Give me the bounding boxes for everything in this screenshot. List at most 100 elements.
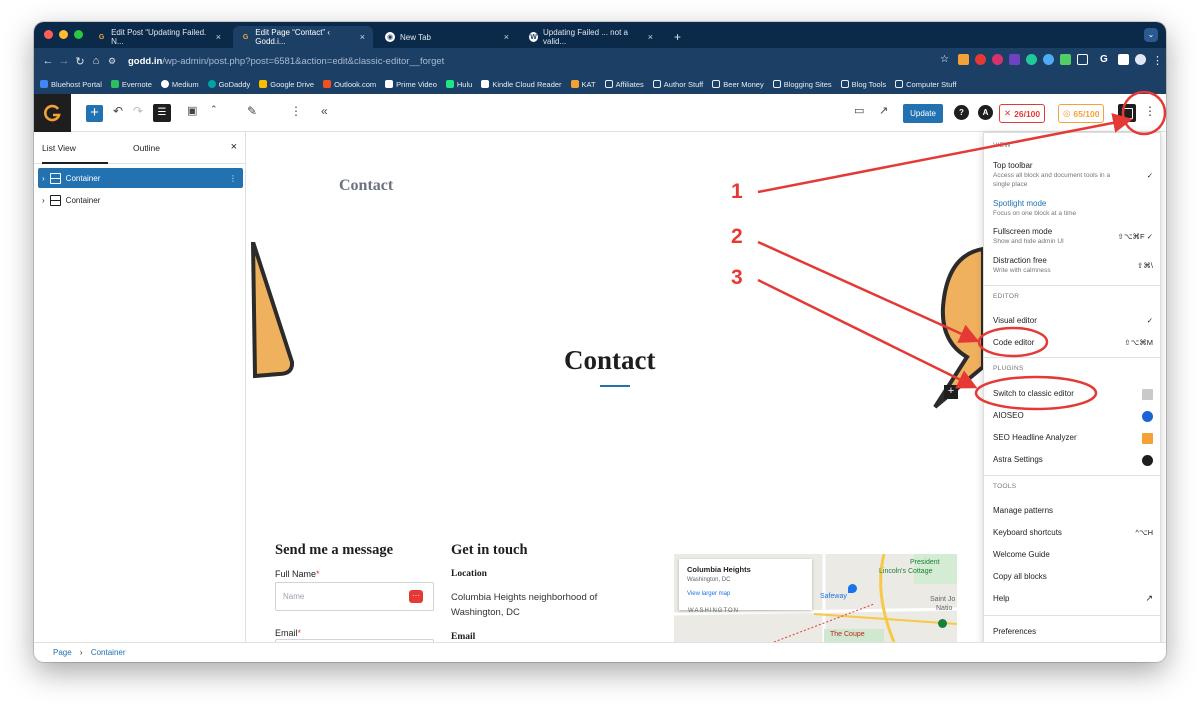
extensions-puzzle-icon[interactable] [1077, 54, 1088, 65]
url-field[interactable]: godd.in/wp-admin/post.php?post=6581&acti… [128, 56, 444, 67]
bookmark-item[interactable]: Evernote [110, 80, 152, 89]
breadcrumb-container[interactable]: Container [91, 648, 126, 657]
close-panel-icon[interactable]: × [231, 141, 237, 153]
undo-icon[interactable]: ↶ [113, 104, 123, 118]
collapse-double-chevron-icon[interactable]: « [321, 104, 328, 118]
expand-chevron-icon[interactable]: › [42, 196, 45, 205]
options-menu-icon[interactable]: ⋮ [1144, 104, 1156, 118]
menu-item-aioseo[interactable]: AIOSEO [993, 411, 1153, 422]
menu-item-copy-all-blocks[interactable]: Copy all blocks [993, 572, 1153, 581]
menu-item-welcome-guide[interactable]: Welcome Guide [993, 550, 1153, 559]
settings-sidebar-toggle[interactable] [1118, 104, 1136, 122]
password-manager-icon[interactable]: ··· [409, 590, 423, 603]
browser-tab-3[interactable]: ◉ New Tab × [377, 26, 517, 48]
view-page-external-icon[interactable]: ↗ [879, 104, 888, 117]
bookmark-item[interactable]: Prime Video [385, 80, 437, 89]
close-tab-icon[interactable]: × [648, 32, 653, 42]
menu-item-seo-headline[interactable]: SEO Headline Analyzer [993, 433, 1153, 444]
bookmark-item[interactable]: KAT [570, 80, 596, 89]
menu-item-keyboard-shortcuts[interactable]: Keyboard shortcuts ^⌥H [993, 528, 1153, 537]
astra-icon[interactable]: A [978, 105, 993, 120]
add-block-icon[interactable]: + [944, 385, 958, 399]
profile-avatar[interactable] [1135, 54, 1146, 65]
forward-icon[interactable]: → [56, 55, 72, 67]
expand-chevron-icon[interactable]: › [42, 174, 45, 183]
browser-tab-1[interactable]: G Edit Post “Updating Failed. N... × [89, 26, 229, 48]
options-vertical-icon[interactable]: ⋮ [290, 104, 302, 118]
move-arrows-icon[interactable]: ⌃ [210, 104, 218, 115]
site-info-icon[interactable]: ⚙ [104, 56, 120, 67]
extension-icon[interactable] [1026, 54, 1037, 65]
site-logo-button[interactable] [34, 94, 71, 132]
tab-list-view[interactable]: List View [42, 143, 108, 164]
redo-icon[interactable]: ↷ [133, 104, 143, 118]
headline-score-badge[interactable]: ✕ 26/100 [999, 104, 1046, 123]
menu-item-astra[interactable]: Astra Settings [993, 455, 1153, 466]
browser-tab-2[interactable]: G Edit Page “Contact” ‹ Godd.i... × [233, 26, 373, 48]
preview-device-icon[interactable]: ▭ [854, 104, 864, 117]
bookmark-item[interactable]: Hulu [445, 80, 472, 89]
menu-item-distraction-free[interactable]: Distraction free Write with calmness ⇧⌘\ [993, 256, 1153, 276]
bookmark-folder[interactable]: Affiliates [604, 80, 644, 89]
view-larger-map-link[interactable]: View larger map [687, 591, 804, 597]
name-input[interactable]: Name ··· [275, 582, 434, 611]
menu-item-top-toolbar[interactable]: Top toolbar Access all block and documen… [993, 161, 1153, 189]
menu-item-visual-editor[interactable]: Visual editor ✓ [993, 316, 1153, 325]
new-tab-button[interactable]: + [666, 26, 686, 48]
close-tab-icon[interactable]: × [504, 32, 509, 42]
menu-item-switch-classic[interactable]: Switch to classic editor [993, 389, 1153, 400]
extension-icon[interactable] [1043, 54, 1054, 65]
extension-icon[interactable] [1009, 54, 1020, 65]
tab-search-icon[interactable]: ⌄ [1144, 28, 1158, 42]
bookmark-item[interactable]: Bluehost Portal [40, 80, 102, 89]
menu-item-help[interactable]: Help ↗ [993, 593, 1153, 603]
list-item-container-2[interactable]: › Container [38, 190, 243, 210]
list-view-button[interactable]: ☰ [153, 104, 171, 122]
pin-tool-icon[interactable]: ✎ [247, 104, 257, 118]
extension-icon[interactable] [958, 54, 969, 65]
close-tab-icon[interactable]: × [360, 32, 365, 42]
bookmark-item[interactable]: Kindle Cloud Reader [481, 80, 562, 89]
extension-icon[interactable] [1060, 54, 1071, 65]
google-icon[interactable]: G [1100, 54, 1112, 65]
menu-item-manage-patterns[interactable]: Manage patterns [993, 506, 1153, 515]
help-icon[interactable]: ? [954, 105, 969, 120]
minimize-window-button[interactable] [59, 30, 68, 39]
bookmark-item[interactable]: GoDaddy [207, 80, 250, 89]
send-message-heading[interactable]: Send me a message [275, 542, 393, 559]
get-in-touch-heading[interactable]: Get in touch [451, 542, 528, 559]
list-item-container-1[interactable]: › Container ⋮ [38, 168, 243, 188]
bookmark-item[interactable]: Google Drive [259, 80, 314, 89]
hero-heading[interactable]: Contact [564, 345, 655, 376]
extension-icon[interactable] [992, 54, 1003, 65]
bookmark-folder[interactable]: Blogging Sites [772, 80, 832, 89]
bookmark-folder[interactable]: Blog Tools [840, 80, 886, 89]
update-button[interactable]: Update [903, 104, 943, 123]
bookmark-star-icon[interactable]: ☆ [940, 54, 952, 65]
menu-item-spotlight[interactable]: Spotlight mode Focus on one block at a t… [993, 199, 1153, 219]
menu-item-code-editor[interactable]: Code editor ⇧⌥⌘M [993, 338, 1153, 347]
browser-menu-icon[interactable]: ⋮ [1152, 54, 1163, 67]
aioseo-score-badge[interactable]: ◎ 65/100 [1058, 104, 1105, 123]
bookmark-folder[interactable]: Computer Stuff [895, 80, 956, 89]
bookmark-item[interactable]: Outlook.com [323, 80, 376, 89]
back-icon[interactable]: ← [40, 55, 56, 67]
sidepanel-icon[interactable] [1118, 54, 1129, 65]
bookmark-folder[interactable]: Author Stuff [652, 80, 703, 89]
breadcrumb-page[interactable]: Page [53, 648, 72, 657]
reload-icon[interactable]: ↻ [72, 55, 88, 68]
menu-item-preferences[interactable]: Preferences [993, 627, 1153, 636]
zoom-window-button[interactable] [74, 30, 83, 39]
header-site-title[interactable]: Contact [339, 177, 393, 195]
item-options-icon[interactable]: ⋮ [229, 174, 237, 183]
bookmark-item[interactable]: Medium [160, 80, 199, 89]
embedded-map[interactable]: Columbia Heights Washington, DC View lar… [674, 554, 957, 642]
bookmark-folder[interactable]: Beer Money [712, 80, 764, 89]
container-block-icon[interactable]: ▣ [187, 104, 197, 117]
home-icon[interactable]: ⌂ [88, 55, 104, 67]
browser-tab-4[interactable]: W Updating Failed ... not a valid... × [521, 26, 661, 48]
extension-icon[interactable] [975, 54, 986, 65]
block-inserter-button[interactable]: + [86, 105, 103, 122]
close-window-button[interactable] [44, 30, 53, 39]
menu-item-fullscreen[interactable]: Fullscreen mode Show and hide admin UI ⇧… [993, 227, 1153, 247]
